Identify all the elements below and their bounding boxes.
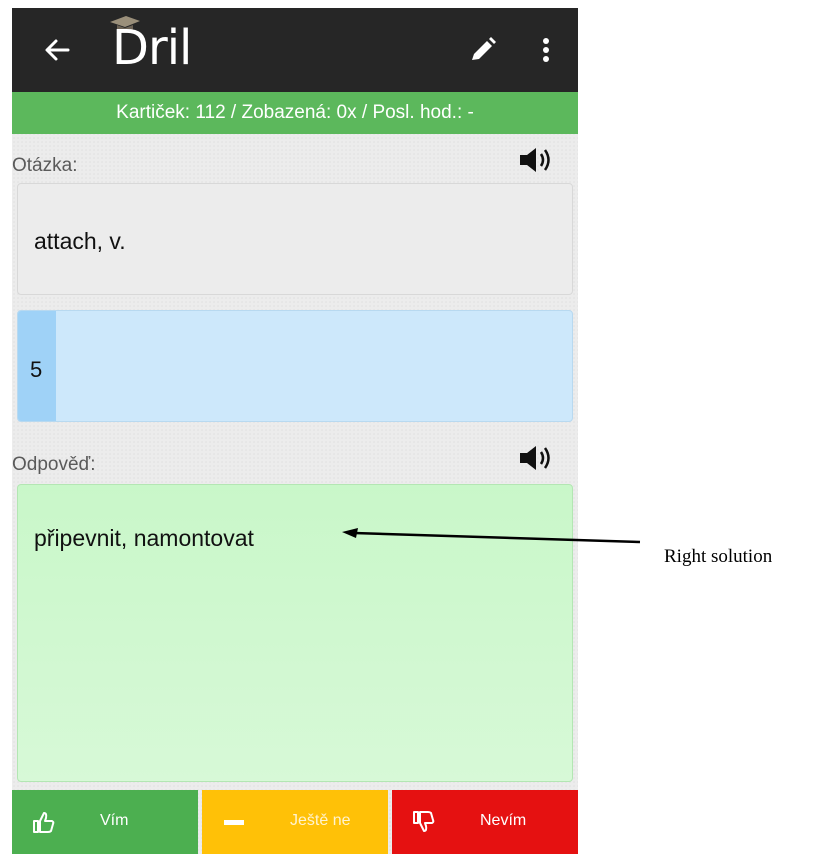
more-vert-icon[interactable] bbox=[526, 30, 566, 70]
answer-text: připevnit, namontovat bbox=[34, 525, 254, 551]
app-logo-title: Dril bbox=[112, 20, 192, 76]
not-yet-button[interactable]: Ještě ne bbox=[202, 790, 388, 854]
score-value: 5 bbox=[30, 357, 43, 382]
know-button[interactable]: Vím bbox=[12, 790, 198, 854]
score-card: 5 bbox=[17, 310, 573, 422]
question-text: attach, v. bbox=[34, 228, 126, 254]
stats-bar: Kartiček: 112 / Zobazená: 0x / Posl. hod… bbox=[12, 92, 578, 134]
dont-know-button-label: Nevím bbox=[480, 812, 527, 829]
answer-label: Odpověď: bbox=[12, 454, 96, 475]
thumb-up-outline-icon bbox=[33, 812, 55, 833]
app-bar: Dril bbox=[12, 8, 578, 92]
know-button-label: Vím bbox=[100, 812, 129, 829]
back-arrow-icon[interactable] bbox=[38, 30, 78, 70]
speaker-icon[interactable] bbox=[518, 146, 554, 174]
speaker-icon[interactable] bbox=[518, 444, 554, 472]
annotation-arrow bbox=[342, 528, 641, 544]
not-yet-button-label: Ještě ne bbox=[290, 812, 351, 829]
phone-screen: Dril Kartiček: 112 / Zobazená: 0x / Posl… bbox=[12, 8, 578, 854]
question-card: attach, v. bbox=[17, 183, 573, 295]
dont-know-button[interactable]: Nevím bbox=[392, 790, 578, 854]
thumb-down-outline-icon bbox=[413, 811, 435, 832]
minus-icon bbox=[224, 820, 244, 825]
pencil-icon[interactable] bbox=[462, 30, 502, 70]
question-label: Otázka: bbox=[12, 155, 78, 176]
annotation-label: Right solution bbox=[664, 546, 773, 567]
